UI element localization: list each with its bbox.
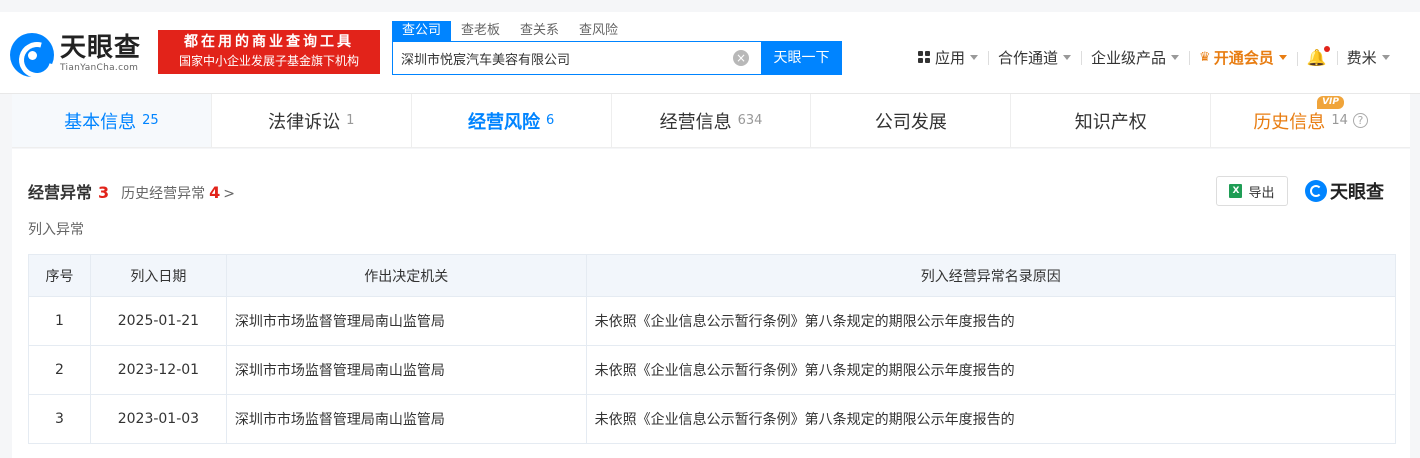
help-icon[interactable]: ? <box>1352 113 1368 128</box>
tab-label: 法律诉讼 <box>268 111 341 133</box>
top-header: 天眼查 TianYanCha.com 都在用的商业查询工具 国家中小企业发展子基… <box>0 12 1420 94</box>
search-button[interactable]: 天眼一下 <box>761 41 842 75</box>
nav-cooperation[interactable]: 合作通道 <box>988 47 1081 68</box>
search-tab-boss[interactable]: 查老板 <box>451 21 510 41</box>
tab-history-info[interactable]: VIP 历史信息 14 ? <box>1211 94 1410 147</box>
table-row: 2 2023-12-01 深圳市市场监督管理局南山监管局 未依照《企业信息公示暂… <box>28 345 1397 395</box>
nav-enterprise[interactable]: 企业级产品 <box>1081 47 1189 68</box>
cell-date: 2023-01-03 <box>89 394 227 444</box>
slogan-banner[interactable]: 都在用的商业查询工具 国家中小企业发展子基金旗下机构 <box>158 30 380 74</box>
apps-grid-icon <box>918 51 930 63</box>
slogan-line-2: 国家中小企业发展子基金旗下机构 <box>178 54 359 68</box>
logo-subtext: TianYanCha.com <box>60 63 139 73</box>
caret-down-icon <box>970 54 979 60</box>
cell-reason: 未依照《企业信息公示暂行条例》第八条规定的期限公示年度报告的 <box>585 345 1397 395</box>
cell-reason: 未依照《企业信息公示暂行条例》第八条规定的期限公示年度报告的 <box>585 394 1397 444</box>
cell-date: 2025-01-21 <box>89 296 227 346</box>
tab-label: 公司发展 <box>874 111 947 133</box>
search-type-tabs: 查公司 查老板 查关系 查风险 <box>392 21 628 41</box>
tab-label: 基本信息 <box>64 111 137 133</box>
tianyancha-logo[interactable]: 天眼查 TianYanCha.com <box>10 33 150 77</box>
tab-basic-info[interactable]: 基本信息 25 <box>12 94 212 147</box>
brand-text: 天眼查 <box>1330 182 1384 203</box>
slogan-line-1: 都在用的商业查询工具 <box>184 34 354 50</box>
tab-count: 634 <box>737 113 763 128</box>
table-header-row: 序号 列入日期 作出决定机关 列入经营异常名录原因 <box>28 254 1397 297</box>
tab-label: 历史信息 <box>1253 111 1326 133</box>
cell-authority: 深圳市市场监督管理局南山监管局 <box>225 296 587 346</box>
search-box: × 天眼一下 <box>392 41 842 75</box>
nav-notifications[interactable]: 🔔 <box>1296 45 1337 67</box>
section-count: 3 <box>98 183 110 202</box>
abnormal-table: 序号 列入日期 作出决定机关 列入经营异常名录原因 1 2025-01-21 深… <box>28 254 1397 444</box>
top-nav: 应用 合作通道 企业级产品 ♛ 开通会员 🔔 费米 <box>908 45 1400 68</box>
caret-down-icon <box>1063 54 1072 60</box>
section-header: 经营异常 3 历史经营异常 4 > <box>28 179 235 203</box>
section-title: 经营异常 <box>28 183 93 202</box>
search-input[interactable] <box>393 42 733 74</box>
notification-dot <box>1323 45 1330 52</box>
search-tab-company[interactable]: 查公司 <box>392 21 452 41</box>
tab-count: 25 <box>142 113 159 128</box>
header-no: 序号 <box>28 254 91 297</box>
clear-icon[interactable]: × <box>733 50 749 66</box>
caret-down-icon <box>1278 54 1287 60</box>
vip-badge: VIP <box>1317 96 1345 109</box>
cell-authority: 深圳市市场监督管理局南山监管局 <box>225 345 587 395</box>
header-date: 列入日期 <box>89 254 227 297</box>
caret-down-icon <box>1171 54 1180 60</box>
bell-icon: 🔔 <box>1307 45 1330 67</box>
export-button[interactable]: X 导出 <box>1216 176 1288 206</box>
history-abnormal-link[interactable]: 历史经营异常 <box>121 183 205 203</box>
nav-apps-label: 应用 <box>935 48 966 67</box>
cell-no: 3 <box>28 394 91 444</box>
search-tab-risk[interactable]: 查风险 <box>569 21 628 41</box>
logo-icon <box>1305 180 1327 202</box>
nav-vip[interactable]: ♛ 开通会员 <box>1189 47 1297 68</box>
nav-enterprise-label: 企业级产品 <box>1091 48 1167 67</box>
logo-text: 天眼查 <box>60 33 142 63</box>
table-row: 1 2025-01-21 深圳市市场监督管理局南山监管局 未依照《企业信息公示暂… <box>28 296 1397 346</box>
cell-no: 1 <box>28 296 91 346</box>
tab-business-risk[interactable]: 经营风险 6 <box>412 94 612 147</box>
nav-user[interactable]: 费米 <box>1336 47 1400 68</box>
crown-icon: ♛ <box>1199 49 1211 65</box>
tab-intellectual-property[interactable]: 知识产权 <box>1011 94 1212 147</box>
cell-authority: 深圳市市场监督管理局南山监管局 <box>225 394 587 444</box>
logo-icon <box>10 33 54 77</box>
history-abnormal-count[interactable]: 4 <box>209 183 220 202</box>
nav-apps[interactable]: 应用 <box>908 47 988 68</box>
cell-reason: 未依照《企业信息公示暂行条例》第八条规定的期限公示年度报告的 <box>585 296 1397 346</box>
brand-watermark: 天眼查 <box>1305 178 1384 204</box>
table-row: 3 2023-01-03 深圳市市场监督管理局南山监管局 未依照《企业信息公示暂… <box>28 394 1397 444</box>
tab-legal[interactable]: 法律诉讼 1 <box>212 94 412 147</box>
header-authority: 作出决定机关 <box>225 254 587 297</box>
tab-count: 1 <box>346 113 355 128</box>
nav-cooperation-label: 合作通道 <box>998 48 1059 67</box>
tab-label: 知识产权 <box>1074 111 1147 133</box>
tab-label: 经营信息 <box>659 111 732 133</box>
header-reason: 列入经营异常名录原因 <box>585 254 1397 297</box>
sub-title: 列入异常 <box>28 222 84 238</box>
nav-vip-label: 开通会员 <box>1213 48 1274 67</box>
cell-no: 2 <box>28 345 91 395</box>
cell-date: 2023-12-01 <box>89 345 227 395</box>
tab-business-info[interactable]: 经营信息 634 <box>612 94 812 147</box>
tab-label: 经营风险 <box>468 111 540 133</box>
search-tab-relation[interactable]: 查关系 <box>510 21 569 41</box>
caret-down-icon <box>1381 54 1390 60</box>
company-tabs: 基本信息 25 法律诉讼 1 经营风险 6 经营信息 634 公司发展 知识产权… <box>12 94 1410 148</box>
business-abnormal-section: 经营异常 3 历史经营异常 4 > 列入异常 X 导出 天眼查 序号 列入日期 … <box>12 149 1410 458</box>
excel-icon: X <box>1229 184 1243 198</box>
tab-count: 6 <box>546 113 555 128</box>
chevron-right-icon[interactable]: > <box>223 186 235 202</box>
export-label: 导出 <box>1248 185 1275 201</box>
user-name: 费米 <box>1346 48 1377 67</box>
tab-company-development[interactable]: 公司发展 <box>811 94 1012 147</box>
tab-count: 14 <box>1331 113 1348 128</box>
